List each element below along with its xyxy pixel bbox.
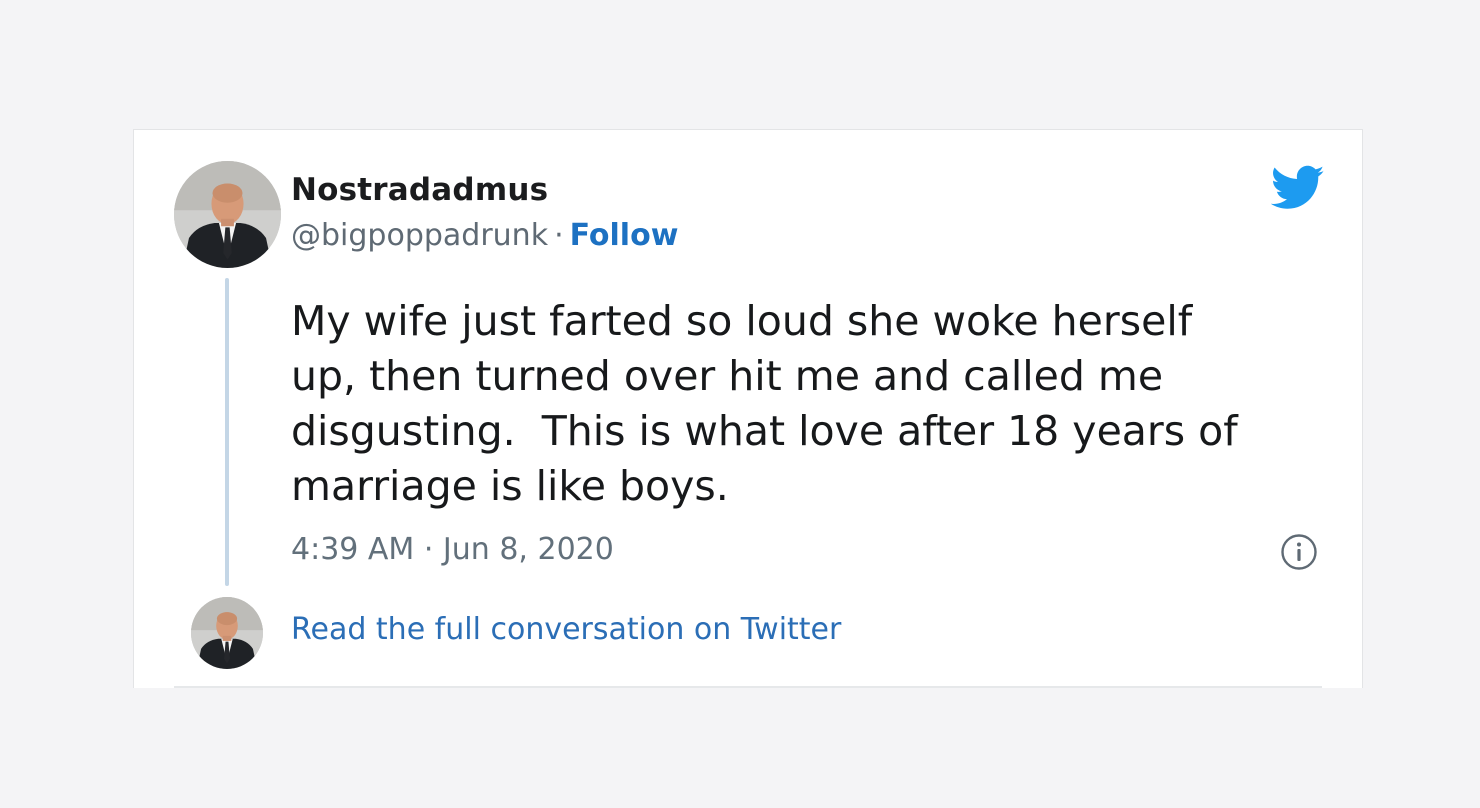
handle-separator: · (554, 218, 564, 253)
profile-photo-icon (174, 161, 281, 268)
card-divider (174, 686, 1322, 688)
follow-link[interactable]: Follow (570, 218, 679, 253)
tweet-text: My wife just farted so loud she woke her… (291, 297, 1238, 510)
tweet-card: Nostradadmus @bigpoppadrunk · Follow My wi… (133, 129, 1363, 688)
author-display-name[interactable]: Nostradadmus (291, 172, 548, 208)
read-full-conversation-link[interactable]: Read the full conversation on Twitter (291, 612, 841, 647)
thread-line (225, 278, 229, 586)
profile-photo-icon (191, 597, 263, 669)
info-icon[interactable] (1280, 533, 1318, 571)
author-handle-row: @bigpoppadrunk · Follow (291, 218, 678, 253)
author-avatar[interactable] (174, 161, 281, 268)
author-handle[interactable]: @bigpoppadrunk (291, 218, 548, 253)
tweet-timestamp[interactable]: 4:39 AM · Jun 8, 2020 (291, 532, 614, 567)
twitter-bird-icon[interactable] (1271, 165, 1325, 211)
reply-avatar[interactable] (191, 597, 263, 669)
